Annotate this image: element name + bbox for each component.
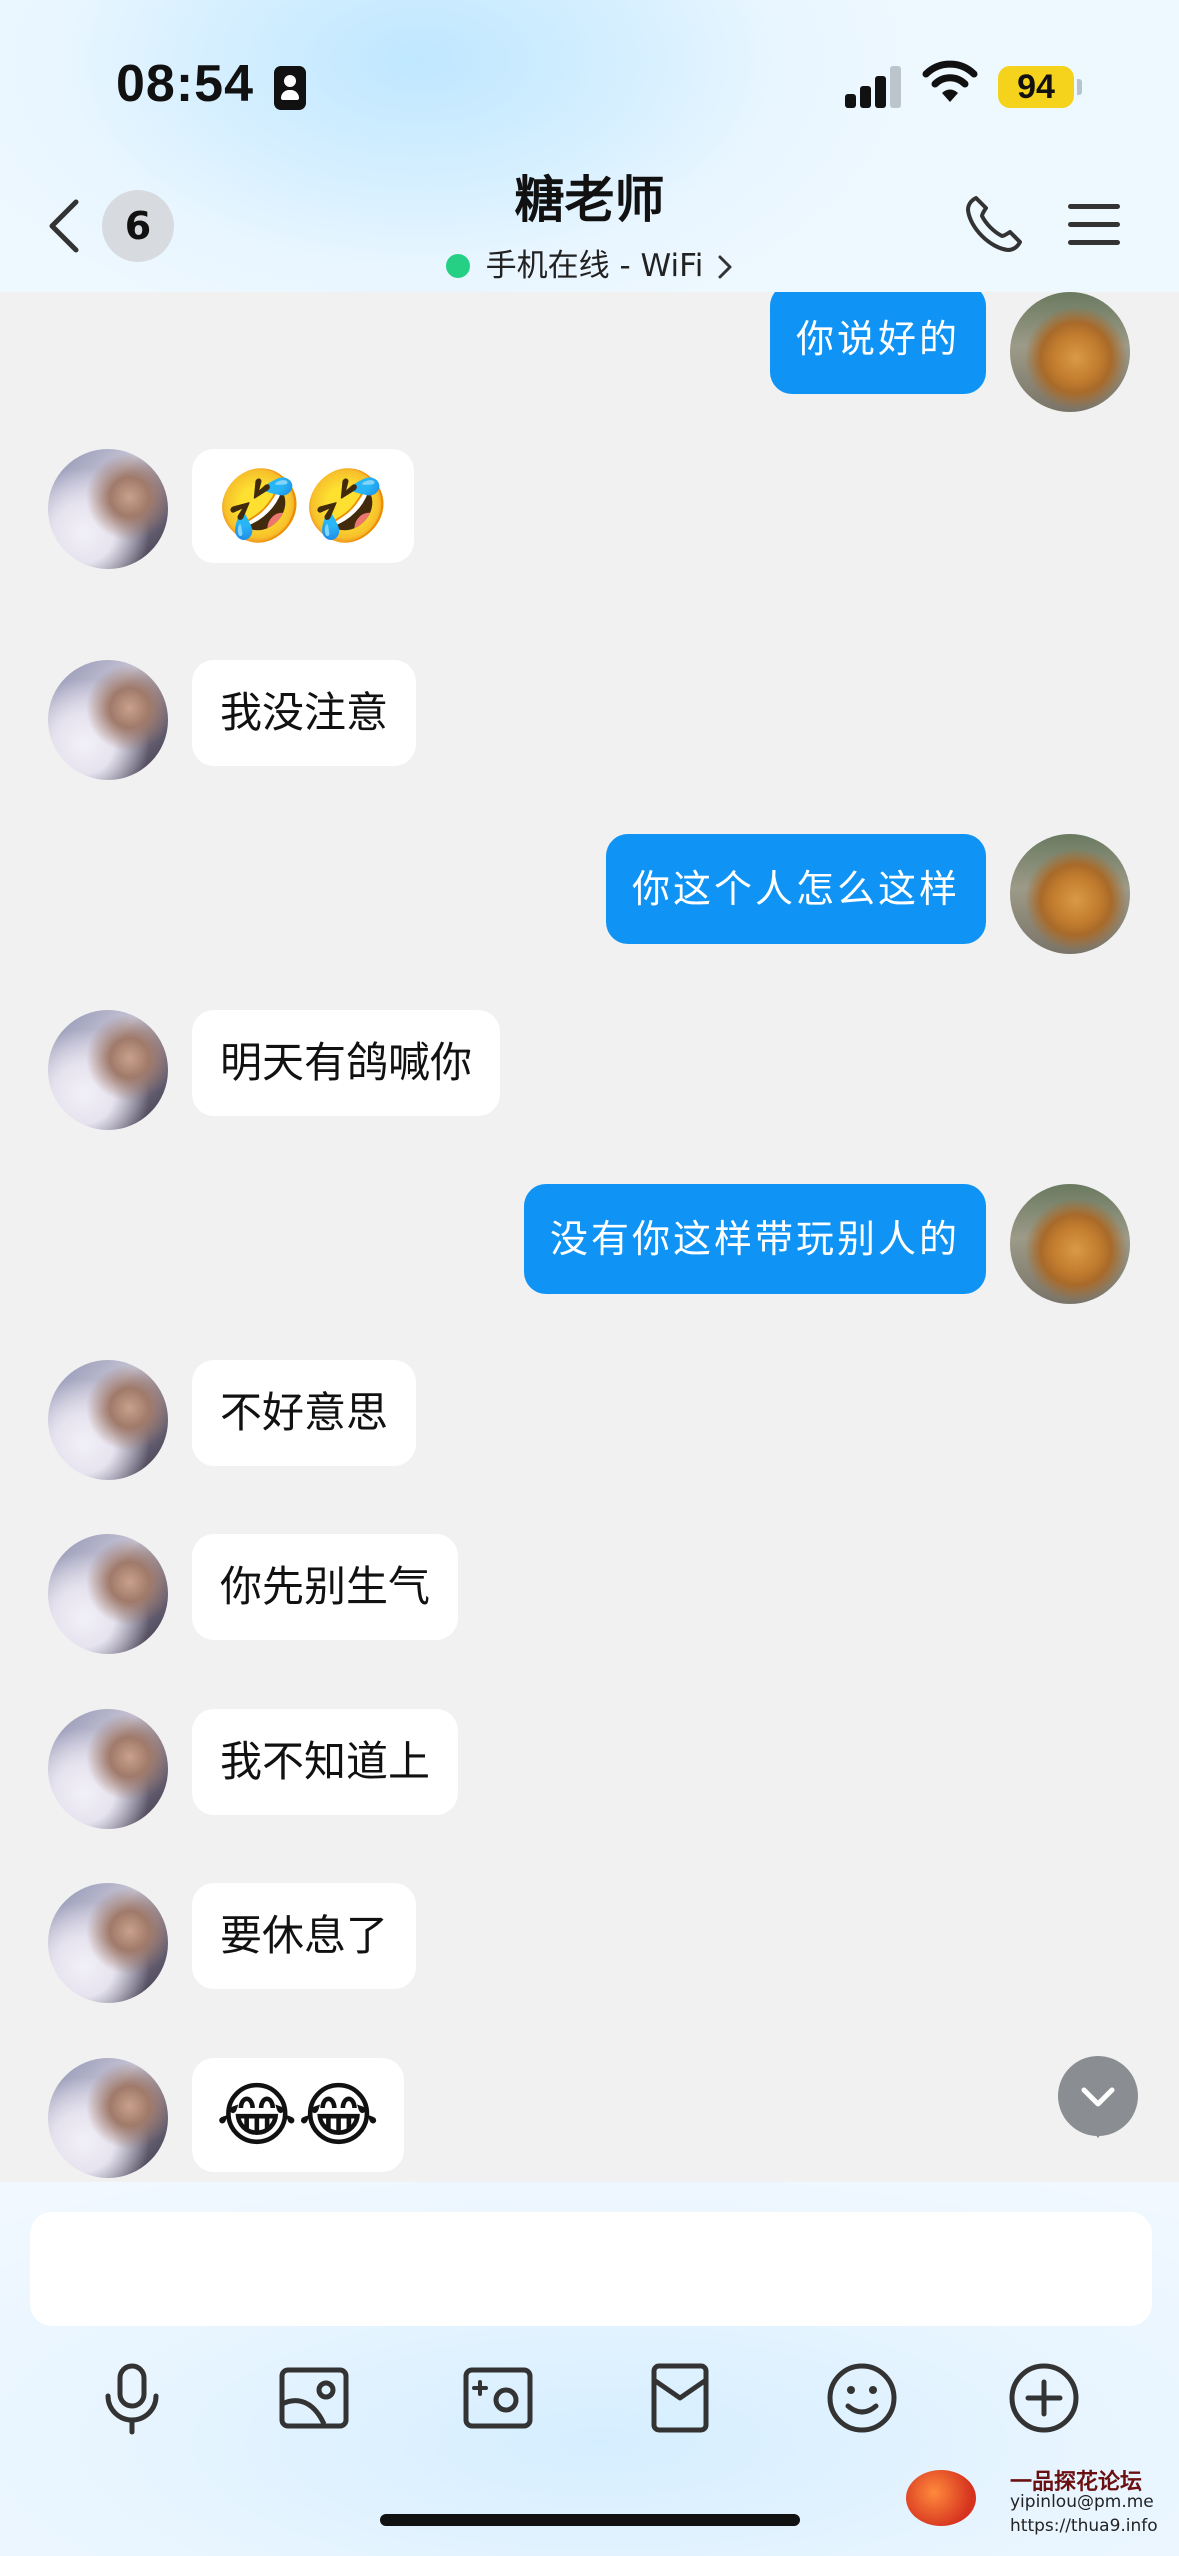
chevron-down-icon (1081, 2087, 1115, 2107)
presence-label: 手机在线 - WiFi (485, 248, 704, 284)
contact-avatar[interactable] (48, 1883, 168, 2003)
wifi-icon (922, 60, 978, 102)
watermark-url: https://thua9.info (1010, 2516, 1158, 2536)
message-bubble-incoming[interactable]: 明天有鸽喊你 (192, 1010, 501, 1116)
status-time: 08:54 (116, 55, 254, 113)
chat-header: 08:54 94 6 糖老师 手机在线 - WiFi (0, 0, 1179, 292)
camera-icon[interactable] (458, 2358, 538, 2438)
message-bubble-incoming[interactable]: 🤣🤣 (192, 449, 415, 563)
chevron-right-icon (718, 255, 732, 279)
scroll-to-bottom-button[interactable] (1058, 2056, 1138, 2138)
contact-avatar[interactable] (48, 660, 168, 780)
microphone-icon[interactable] (92, 2358, 172, 2438)
message-list[interactable]: 你说好的 🤣🤣 我没注意 你这个人怎么这样 明天有鸽喊你 没有你这样带玩别人的 … (0, 292, 1179, 2182)
image-icon[interactable] (274, 2358, 354, 2438)
message-bubble-incoming[interactable]: 我不知道上 (192, 1709, 459, 1815)
menu-icon[interactable] (1068, 202, 1120, 248)
message-bubble-incoming[interactable]: 你先别生气 (192, 1534, 459, 1640)
message-bubble-incoming[interactable]: 不好意思 (192, 1360, 417, 1466)
battery-indicator: 94 (998, 66, 1074, 108)
contact-avatar[interactable] (48, 449, 168, 569)
my-avatar[interactable] (1010, 292, 1130, 412)
message-bubble-outgoing[interactable]: 没有你这样带玩别人的 (523, 1184, 986, 1294)
battery-tip (1077, 79, 1082, 95)
message-bubble-incoming[interactable]: 我没注意 (192, 660, 417, 766)
cellular-signal-icon (845, 62, 901, 108)
contact-avatar[interactable] (48, 1534, 168, 1654)
home-indicator[interactable] (380, 2514, 800, 2526)
online-dot-icon (445, 254, 470, 278)
emoji-icon[interactable] (822, 2358, 902, 2438)
contact-avatar[interactable] (48, 1709, 168, 1829)
contact-card-icon (274, 66, 306, 110)
message-bubble-outgoing[interactable]: 你说好的 (769, 292, 986, 394)
message-bubble-outgoing[interactable]: 你这个人怎么这样 (605, 834, 986, 944)
watermark-email: yipinlou@pm.me (1010, 2492, 1154, 2512)
message-input[interactable] (30, 2212, 1152, 2326)
contact-avatar[interactable] (48, 1360, 168, 1480)
watermark-logo (906, 2470, 976, 2526)
plus-icon[interactable] (1004, 2358, 1084, 2438)
message-bubble-incoming[interactable]: 😂😂 (192, 2058, 404, 2172)
contact-avatar[interactable] (48, 1010, 168, 1130)
contact-avatar[interactable] (48, 2058, 168, 2178)
red-packet-icon[interactable] (640, 2358, 720, 2438)
message-bubble-incoming[interactable]: 要休息了 (192, 1883, 417, 1989)
my-avatar[interactable] (1010, 834, 1130, 954)
my-avatar[interactable] (1010, 1184, 1130, 1304)
phone-call-icon[interactable] (962, 192, 1026, 256)
watermark: 一品探花论坛 yipinlou@pm.me https://thua9.info (906, 2462, 1158, 2542)
